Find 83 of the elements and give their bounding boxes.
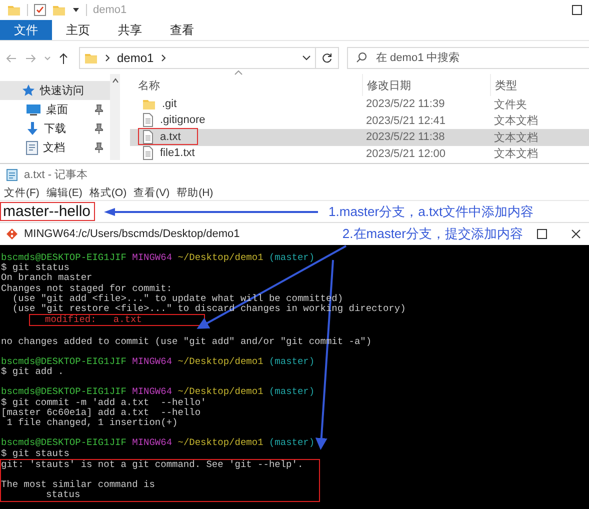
folder-icon: [7, 4, 21, 16]
prompt-line: bscmds@DESKTOP-EIG1JIF MINGW64 ~/Desktop/demo1 (master): [1, 356, 316, 367]
refresh-button[interactable]: [316, 47, 339, 69]
checkbox-icon[interactable]: [34, 4, 46, 16]
prompt-line: bscmds@DESKTOP-EIG1JIF MINGW64 ~/Desktop/demo1 (master): [1, 387, 316, 398]
file-name: .git: [162, 98, 177, 110]
file-name: file1.txt: [160, 147, 195, 159]
terminal-line: status: [45, 490, 82, 500]
star-icon: [22, 84, 35, 97]
terminal-line: The most similar command is: [1, 480, 156, 490]
nav-item[interactable]: 下载: [0, 119, 110, 138]
file-row[interactable]: file1.txt 2023/5/21 12:00 文本文档: [130, 146, 589, 162]
file-row[interactable]: .git 2023/5/22 11:39 文件夹: [130, 96, 589, 112]
menu-item[interactable]: 查看(V): [134, 186, 170, 200]
ribbon-tab[interactable]: 主页: [52, 20, 104, 40]
file-icon: [142, 146, 154, 160]
nav-item[interactable]: 快速访问: [0, 81, 110, 100]
desktop-icon: [26, 104, 41, 116]
file-type: 文本文档: [493, 130, 539, 146]
column-header[interactable]: 类型: [490, 74, 589, 96]
nav-item[interactable]: 文档: [0, 138, 110, 157]
chevron-icon: [105, 54, 110, 62]
download-icon: [26, 122, 39, 136]
sort-caret-icon: [234, 70, 243, 75]
terminal-line: Changes not staged for commit:: [1, 284, 174, 294]
scroll-up-icon[interactable]: [112, 78, 118, 83]
window-title: a.txt - 记事本: [24, 168, 88, 182]
terminal-line: $ git stauts: [1, 448, 70, 459]
ribbon-tab[interactable]: 查看: [156, 20, 208, 40]
file-name: a.txt: [160, 130, 181, 142]
close-icon[interactable]: [571, 229, 581, 239]
caret-icon[interactable]: [72, 7, 80, 13]
file-type: 文本文档: [493, 114, 539, 129]
prompt-line: bscmds@DESKTOP-EIG1JIF MINGW64 ~/Desktop/demo1 (master): [1, 253, 316, 263]
annotation-text: 1.master分支，a.txt文件中添加内容: [328, 202, 534, 220]
maximize-icon[interactable]: [572, 5, 582, 15]
folder-icon: [84, 52, 98, 64]
file-row[interactable]: .gitignore 2023/5/21 12:41 文本文档: [130, 112, 589, 129]
address-bar[interactable]: demo1: [79, 47, 316, 69]
modified-date: 2023/5/22 11:39: [365, 97, 446, 112]
text-content: master--hello: [0, 202, 95, 221]
terminal-line: [master 6c60e1a] add a.txt --hello: [1, 408, 202, 418]
nav-item[interactable]: 桌面: [0, 100, 110, 119]
file-icon: [142, 113, 154, 127]
modified-date: 2023/5/22 11:38: [365, 130, 446, 146]
terminal-line: 1 file changed, 1 insertion(+): [6, 418, 179, 428]
document-icon: [26, 140, 38, 154]
terminal-line: $ git add .: [1, 367, 65, 378]
prompt-line: bscmds@DESKTOP-EIG1JIF MINGW64 ~/Desktop/demo1 (master): [1, 438, 316, 449]
refresh-icon: [322, 53, 332, 63]
column-header[interactable]: 名称: [130, 74, 362, 96]
window-title: demo1: [93, 4, 127, 16]
menu-item[interactable]: 编辑(E): [46, 186, 82, 200]
terminal-line: $ git status: [1, 263, 70, 274]
up-arrow-icon[interactable]: [59, 52, 68, 64]
folder-icon: [52, 4, 66, 16]
annotation-text: 2.在master分支，提交添加内容: [342, 225, 523, 243]
search-field[interactable]: 在 demo1 中搜索: [347, 47, 589, 69]
folder-icon: [142, 98, 156, 110]
menu-item[interactable]: 帮助(H): [176, 186, 214, 200]
breadcrumb-item[interactable]: demo1: [117, 51, 154, 65]
menu-item[interactable]: 格式(O): [89, 186, 127, 200]
modified-date: 2023/5/21 12:00: [365, 146, 447, 162]
dropdown-icon[interactable]: [302, 55, 311, 61]
menu-item[interactable]: 文件(F): [4, 186, 40, 200]
file-type: 文件夹: [493, 98, 528, 112]
window-title: MINGW64:/c/Users/bscmds/Desktop/demo1: [24, 228, 240, 240]
git-icon: [6, 228, 18, 240]
notepad-icon: [6, 168, 18, 181]
ribbon-tab[interactable]: 共享: [104, 20, 156, 40]
file-type: 文本文档: [493, 146, 539, 162]
chevron-icon: [160, 54, 166, 62]
terminal-line: On branch master: [1, 273, 94, 284]
terminal-line: modified: a.txt: [45, 315, 142, 326]
ribbon-tab[interactable]: 文件: [0, 20, 52, 40]
maximize-icon[interactable]: [537, 229, 547, 239]
file-row[interactable]: a.txt 2023/5/22 11:38 文本文档: [130, 129, 589, 146]
terminal-line: git: 'stauts' is not a git command. See 'git --help'.: [1, 460, 304, 470]
modified-date: 2023/5/21 12:41: [365, 114, 447, 129]
file-icon: [142, 130, 154, 144]
column-header[interactable]: 修改日期: [362, 74, 490, 96]
terminal-line: $ git commit -m 'add a.txt --hello': [1, 398, 208, 408]
file-name: .gitignore: [160, 114, 206, 126]
